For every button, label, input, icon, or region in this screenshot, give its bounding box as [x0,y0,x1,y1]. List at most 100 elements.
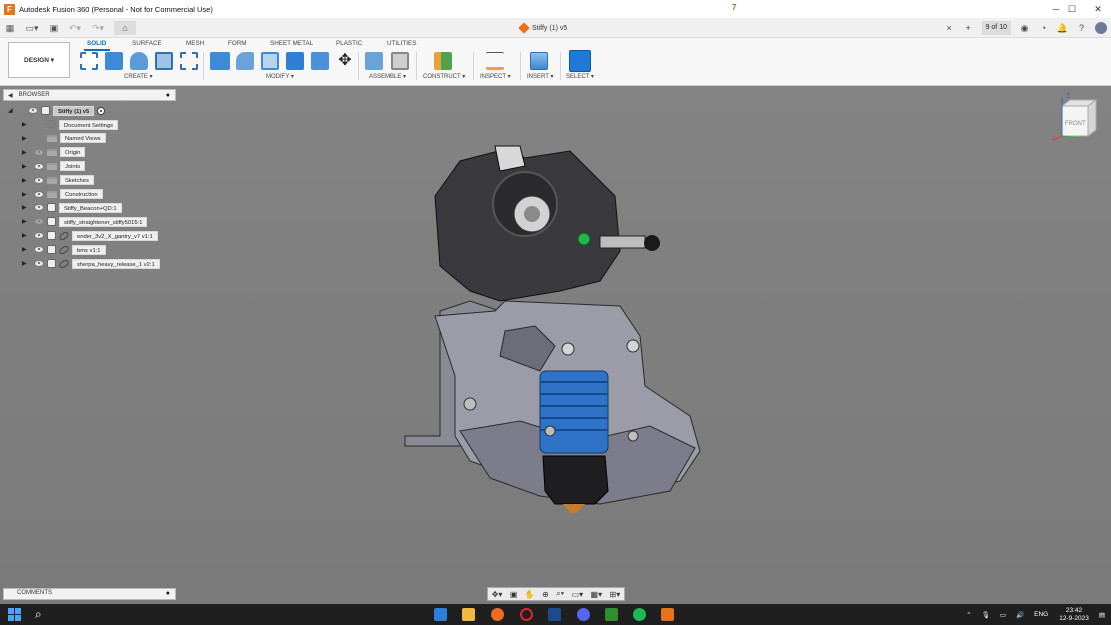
joint-icon[interactable] [391,52,409,70]
orbit-icon[interactable]: ✥▾ [492,590,503,599]
expand-arrow-icon[interactable]: ▶ [22,260,28,267]
browser-item-label[interactable]: Joints [60,161,86,172]
browser-item[interactable]: ▶ Named Views [22,133,106,144]
browser-item-label[interactable]: Origin [60,147,86,158]
notification-count[interactable]: 7 [732,3,736,12]
look-at-icon[interactable]: ▣ [510,590,518,599]
notifications-bell-icon[interactable]: 🔔 [1053,23,1072,34]
browser-item[interactable]: ▶ Joints [22,161,86,172]
visibility-eye-icon[interactable] [34,190,44,198]
job-status-icon[interactable]: ◔ [1034,23,1053,33]
visibility-eye-icon[interactable] [34,204,44,212]
grid-icon[interactable]: ▦ [4,21,16,35]
expand-arrow-icon[interactable]: ▶ [22,163,28,170]
visibility-eye-icon[interactable] [34,232,44,240]
tab-pager[interactable]: 9 of 10 [981,21,1011,35]
expand-arrow-icon[interactable]: ◢ [8,107,22,114]
browser-item[interactable]: ▶ Sketches [22,175,94,186]
extrude-icon[interactable] [105,52,123,70]
construct-group-label[interactable]: CONSTRUCT ▾ [423,73,465,82]
offset-face-icon[interactable] [311,52,329,70]
browser-item[interactable]: ▶ Document Settings [22,119,118,130]
mic-icon[interactable]: 🎙 [982,611,990,619]
fit-icon[interactable]: ⌕▾ [556,589,564,599]
pan-icon[interactable]: ✋ [525,590,535,599]
modify-group-label[interactable]: MODIFY ▾ [266,73,294,82]
expand-arrow-icon[interactable]: ▶ [22,191,28,198]
workspace-switcher[interactable]: DESIGN ▾ [8,42,70,78]
browser-item-label[interactable]: Stiffy_Beacon+QD:1 [59,202,122,213]
zoom-icon[interactable]: ⊕ [542,590,549,599]
redo-icon[interactable]: ↷▾ [90,21,106,35]
shell-icon[interactable] [261,52,279,70]
select-icon[interactable] [569,50,591,72]
expand-arrow-icon[interactable]: ▶ [22,177,28,184]
select-group-label[interactable]: SELECT ▾ [566,73,594,82]
clock[interactable]: 23:42 12-9-2023 [1059,607,1089,623]
browser-item[interactable]: ▶ ender_3v2_X_gantry_v7 v1:1 [22,230,158,242]
hole-icon[interactable] [155,52,173,70]
offset-plane-icon[interactable] [434,52,452,70]
revolve-icon[interactable] [130,52,148,70]
visibility-eye-icon[interactable] [34,246,44,254]
view-cube[interactable]: Z X FRONT [1052,92,1104,142]
chevron-up-icon[interactable]: ⌃ [966,611,971,619]
browser-item-label[interactable]: sherpa_heavy_release_1 v2:1 [72,258,160,269]
viewcube-face-front[interactable]: FRONT [1065,121,1086,127]
volume-icon[interactable]: 🔊 [1016,611,1024,619]
language-indicator[interactable]: ENG [1034,611,1048,618]
create-group-label[interactable]: CREATE ▾ [124,73,153,82]
tab-sheet-metal[interactable]: SHEET METAL [270,39,313,49]
tab-solid[interactable]: SOLID [87,39,106,49]
collapse-triangle-icon[interactable]: ◀ [8,92,13,99]
measure-icon[interactable] [486,52,504,70]
grid-settings-icon[interactable]: ▦▾ [591,590,603,599]
tab-plastic[interactable]: PLASTIC [336,39,362,49]
browser-root-row[interactable]: ◢ Stiffy (1) v5 [8,105,106,116]
expand-arrow-icon[interactable]: ▶ [22,149,28,156]
visibility-eye-icon[interactable] [34,218,44,226]
expand-arrow-icon[interactable]: ▶ [22,218,28,225]
visibility-eye-icon[interactable] [34,260,44,267]
3d-viewport[interactable] [0,86,1111,604]
browser-item[interactable]: ▶ Origin [22,147,86,158]
tab-utilities[interactable]: UTILITIES [387,39,416,49]
comments-panel[interactable]: COMMENTS ● [3,588,176,600]
tab-surface[interactable]: SURFACE [132,39,162,49]
visibility-eye-icon[interactable] [34,148,44,156]
browser-item[interactable]: ▶ Construction [22,189,103,200]
discord-icon[interactable] [577,608,590,621]
pin-icon[interactable]: ● [166,92,170,99]
xbox-icon[interactable] [605,608,618,621]
fusion-taskbar-icon[interactable] [661,608,674,621]
expand-arrow-icon[interactable]: ▶ [22,121,28,128]
browser-item[interactable]: ▶ bms v1:1 [22,244,106,255]
browser-root-label[interactable]: Stiffy (1) v5 [53,105,95,116]
display-settings-icon[interactable]: ▭▾ [572,590,584,599]
expand-arrow-icon[interactable]: ▶ [22,135,28,142]
assemble-group-label[interactable]: ASSEMBLE ▾ [369,73,406,82]
browser-item[interactable]: ▶ stiffy_straightener_stiffy5015:1 [22,216,148,227]
expand-arrow-icon[interactable]: ▶ [22,246,28,253]
pattern-icon[interactable] [180,52,198,70]
viewports-icon[interactable]: ⊞▾ [610,590,621,599]
windows-start-icon[interactable] [8,608,21,621]
save-icon[interactable]: ▣ [48,21,60,35]
undo-icon[interactable]: ↶▾ [67,21,83,35]
origin-icon[interactable] [491,608,504,621]
browser-item[interactable]: ▶ sherpa_heavy_release_1 v2:1 [22,258,160,269]
visibility-eye-icon[interactable] [28,107,38,114]
extensions-icon[interactable]: ◉ [1015,23,1034,34]
browser-item-label[interactable]: Document Settings [59,119,118,130]
folder-icon[interactable] [462,608,475,621]
browser-item-label[interactable]: Named Views [60,133,106,144]
fillet-icon[interactable] [236,52,254,70]
user-avatar[interactable] [1095,22,1107,34]
home-icon[interactable]: ⌂ [114,21,136,35]
inspect-group-label[interactable]: INSPECT ▾ [480,73,511,82]
tab-form[interactable]: FORM [228,39,247,49]
browser-item-label[interactable]: Sketches [60,175,94,186]
file-explorer-icon[interactable] [434,608,447,621]
spotify-icon[interactable] [633,608,646,621]
visibility-eye-icon[interactable] [34,162,44,170]
